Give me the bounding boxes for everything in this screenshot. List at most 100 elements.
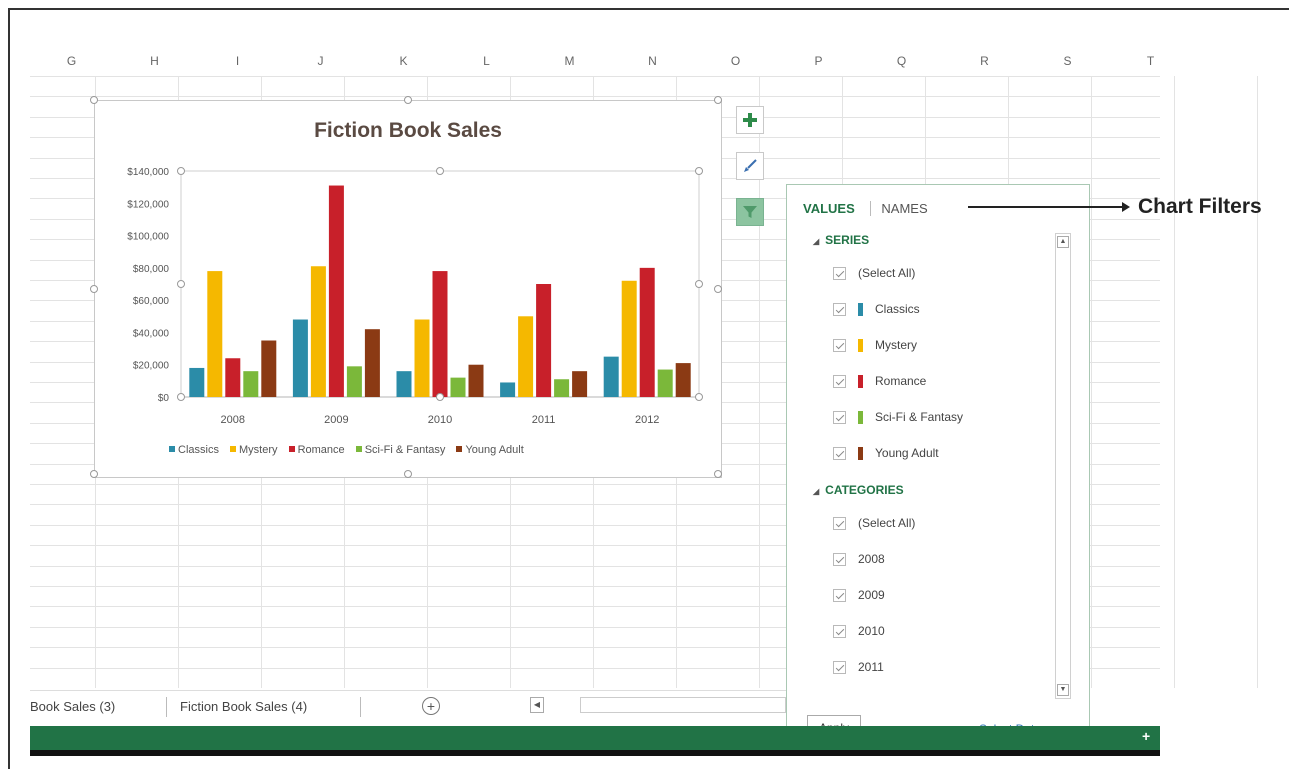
resize-handle[interactable] <box>90 285 98 293</box>
resize-handle[interactable] <box>90 470 98 478</box>
plot-resize-handle[interactable] <box>436 167 444 175</box>
bar-mystery-2010[interactable] <box>414 319 430 397</box>
filter-category-item[interactable]: 2010 <box>833 621 885 641</box>
tab-names[interactable]: NAMES <box>870 201 939 216</box>
col-header[interactable]: G <box>30 54 113 68</box>
brush-icon <box>744 159 757 172</box>
series-section-header[interactable]: ◢ SERIES <box>813 233 869 247</box>
filter-category-item[interactable]: 2009 <box>833 585 885 605</box>
col-header[interactable]: K <box>362 54 445 68</box>
bar-mystery-2011[interactable] <box>518 316 534 397</box>
checkbox-checked[interactable] <box>833 516 846 530</box>
col-header[interactable]: N <box>611 54 694 68</box>
plot-resize-handle[interactable] <box>695 393 703 401</box>
scroll-left-icon[interactable]: ◀ <box>530 697 544 713</box>
col-header[interactable]: P <box>777 54 860 68</box>
filter-scrollbar[interactable]: ▲ ▼ <box>1055 233 1071 699</box>
plot-resize-handle[interactable] <box>177 167 185 175</box>
bar-mystery-2009[interactable] <box>310 266 326 397</box>
filter-series-select-all[interactable]: (Select All) <box>833 263 915 283</box>
filter-category-item[interactable]: 2011 <box>833 657 884 677</box>
resize-handle[interactable] <box>90 96 98 104</box>
bar-sci-fi-fantasy-2011[interactable] <box>554 379 570 397</box>
chart-plot[interactable]: $140,000 $120,000 $100,000 $80,000 $60,000 $4… <box>95 101 723 479</box>
chart-filters-button[interactable] <box>736 198 764 226</box>
bar-romance-2011[interactable] <box>536 284 552 397</box>
filter-series-item[interactable]: Young Adult <box>833 443 939 463</box>
bar-romance-2008[interactable] <box>225 358 241 397</box>
col-header[interactable]: L <box>445 54 528 68</box>
filter-series-item[interactable]: Mystery <box>833 335 917 355</box>
bar-romance-2012[interactable] <box>639 267 655 397</box>
plot-resize-handle[interactable] <box>177 393 185 401</box>
bar-classics-2012[interactable] <box>603 356 619 397</box>
col-header[interactable]: Q <box>860 54 943 68</box>
checkbox-checked[interactable] <box>833 552 846 566</box>
bar-mystery-2008[interactable] <box>207 271 223 397</box>
add-sheet-icon[interactable]: + <box>422 697 440 715</box>
bar-young-adult-2011[interactable] <box>572 371 588 397</box>
categories-section-header[interactable]: ◢ CATEGORIES <box>813 483 904 497</box>
col-header[interactable]: H <box>113 54 196 68</box>
col-header[interactable]: R <box>943 54 1026 68</box>
sheet-tab[interactable]: Fiction Book Sales (4) <box>180 699 307 714</box>
filter-category-item[interactable]: 2008 <box>833 549 885 569</box>
bar-classics-2008[interactable] <box>189 367 205 397</box>
sheet-tab[interactable]: Book Sales (3) <box>30 699 115 714</box>
scroll-down-icon[interactable]: ▼ <box>1057 684 1069 696</box>
col-header[interactable]: M <box>528 54 611 68</box>
bar-young-adult-2012[interactable] <box>675 363 691 397</box>
checkbox-checked[interactable] <box>833 624 846 638</box>
x-tick-label: 2009 <box>324 414 348 426</box>
tab-values[interactable]: VALUES <box>803 201 867 216</box>
chart-styles-button[interactable] <box>736 152 764 180</box>
bar-sci-fi-fantasy-2010[interactable] <box>450 377 466 397</box>
checkbox-checked[interactable] <box>833 446 846 460</box>
bar-classics-2010[interactable] <box>396 371 412 397</box>
bar-classics-2009[interactable] <box>292 319 308 397</box>
col-header[interactable]: T <box>1109 54 1192 68</box>
checkbox-checked[interactable] <box>833 266 846 280</box>
bar-young-adult-2008[interactable] <box>261 340 277 398</box>
filter-series-item[interactable]: Classics <box>833 299 920 319</box>
plot-resize-handle[interactable] <box>695 280 703 288</box>
resize-handle[interactable] <box>714 96 722 104</box>
col-header[interactable]: S <box>1026 54 1109 68</box>
chart-object[interactable]: Fiction Book Sales $140,000 $120,000 $100,… <box>90 96 723 479</box>
resize-handle[interactable] <box>714 285 722 293</box>
resize-handle[interactable] <box>714 470 722 478</box>
zoom-in-icon[interactable]: + <box>1142 728 1150 744</box>
checkbox-checked[interactable] <box>833 660 846 674</box>
filter-series-item[interactable]: Romance <box>833 371 926 391</box>
chart-elements-button[interactable] <box>736 106 764 134</box>
bar-romance-2009[interactable] <box>328 185 344 397</box>
checkbox-checked[interactable] <box>833 338 846 352</box>
col-header[interactable]: J <box>279 54 362 68</box>
checkbox-checked[interactable] <box>833 410 846 424</box>
bar-young-adult-2009[interactable] <box>364 329 380 397</box>
plot-resize-handle[interactable] <box>177 280 185 288</box>
bar-mystery-2012[interactable] <box>621 280 637 397</box>
bar-sci-fi-fantasy-2009[interactable] <box>346 366 362 397</box>
col-header[interactable]: O <box>694 54 777 68</box>
resize-handle[interactable] <box>404 96 412 104</box>
filter-series-item[interactable]: Sci-Fi & Fantasy <box>833 407 963 427</box>
scroll-up-icon[interactable]: ▲ <box>1057 236 1069 248</box>
bar-classics-2011[interactable] <box>500 382 516 397</box>
col-header[interactable]: I <box>196 54 279 68</box>
resize-handle[interactable] <box>404 470 412 478</box>
chart-legend[interactable]: Classics Mystery Romance Sci-Fi & Fantas… <box>169 444 532 456</box>
bar-young-adult-2010[interactable] <box>468 364 484 397</box>
plot-resize-handle[interactable] <box>695 167 703 175</box>
y-tick-label: $20,000 <box>133 361 170 372</box>
checkbox-checked[interactable] <box>833 374 846 388</box>
bar-romance-2010[interactable] <box>432 271 448 397</box>
annotation-label: Chart Filters <box>1138 195 1262 218</box>
checkbox-checked[interactable] <box>833 588 846 602</box>
bar-sci-fi-fantasy-2012[interactable] <box>657 369 673 397</box>
horizontal-scrollbar[interactable] <box>580 697 786 713</box>
plot-resize-handle[interactable] <box>436 393 444 401</box>
bar-sci-fi-fantasy-2008[interactable] <box>243 371 259 397</box>
filter-category-select-all[interactable]: (Select All) <box>833 513 915 533</box>
checkbox-checked[interactable] <box>833 302 846 316</box>
